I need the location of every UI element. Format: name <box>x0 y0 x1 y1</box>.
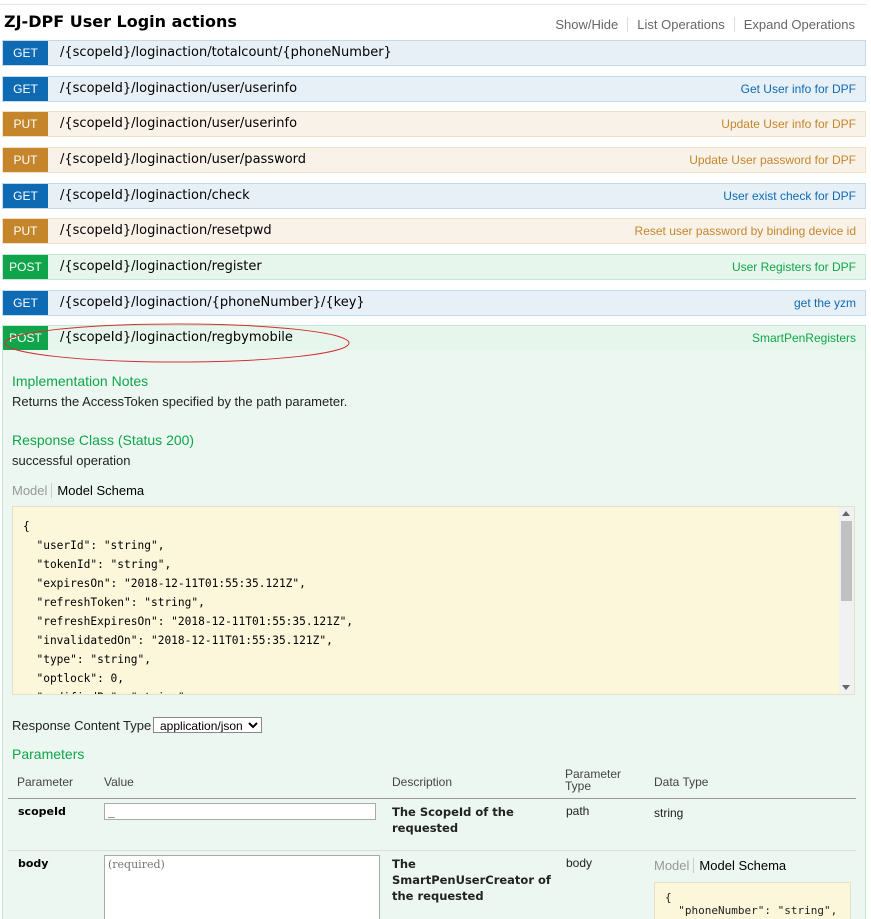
implementation-notes-text: Returns the AccessToken specified by the… <box>12 394 348 409</box>
data-type: string <box>654 806 684 820</box>
col-parameter: Parameter <box>17 775 74 789</box>
operation-row[interactable]: PUT /{scopeId}/loginaction/user/password… <box>2 147 866 173</box>
resource-title[interactable]: ZJ-DPF User Login actions <box>4 12 237 31</box>
operation-path[interactable]: /{scopeId}/loginaction/resetpwd <box>60 219 272 243</box>
parameters-table-header: Parameter Value Description Parameter Ty… <box>8 767 856 799</box>
model-schema-tab[interactable]: Model Schema <box>51 483 145 498</box>
http-method-badge[interactable]: GET <box>3 291 48 315</box>
operation-summary[interactable]: Get User info for DPF <box>741 77 856 101</box>
annotation-ellipse <box>4 323 350 363</box>
response-content-type-label: Response Content Type <box>12 718 152 733</box>
operation-row[interactable]: GET /{scopeId}/loginaction/{phoneNumber}… <box>2 290 866 316</box>
operation-path[interactable]: /{scopeId}/loginaction/user/userinfo <box>60 112 297 136</box>
response-class-heading: Response Class (Status 200) <box>12 432 195 448</box>
operation-row[interactable]: GET /{scopeId}/loginaction/totalcount/{p… <box>2 40 866 66</box>
body-textarea[interactable] <box>104 855 380 919</box>
operation-summary[interactable]: User Registers for DPF <box>732 255 856 279</box>
response-class-text: successful operation <box>12 453 131 468</box>
operation-summary[interactable]: User exist check for DPF <box>723 184 856 208</box>
operation-summary[interactable]: Reset user password by binding device id <box>635 219 856 243</box>
operation-summary[interactable]: Update User password for DPF <box>689 148 856 172</box>
param-description: The ScopeId of the requested <box>392 805 514 835</box>
http-method-badge[interactable]: PUT <box>3 219 48 243</box>
col-value: Value <box>104 775 134 789</box>
model-tab[interactable]: Model <box>12 483 47 498</box>
resource-header: ZJ-DPF User Login actions Show/Hide List… <box>0 0 871 38</box>
expand-operations-link[interactable]: Expand Operations <box>733 17 855 32</box>
param-name-body: body <box>18 857 49 870</box>
response-schema-box[interactable]: { "userId": "string", "tokenId": "string… <box>12 506 855 695</box>
operation-path[interactable]: /{scopeId}/loginaction/totalcount/{phone… <box>60 41 392 65</box>
scroll-up-arrow-icon[interactable] <box>842 511 850 516</box>
row-divider <box>8 850 856 851</box>
param-name-scopeid: scopeId <box>18 805 66 818</box>
col-parameter-type: Parameter Type <box>565 767 622 793</box>
http-method-badge[interactable]: PUT <box>3 148 48 172</box>
body-schema-box[interactable]: { "phoneNumber": "string", <box>654 882 851 919</box>
col-data-type: Data Type <box>654 775 709 789</box>
operation-path[interactable]: /{scopeId}/loginaction/register <box>60 255 262 279</box>
operation-path[interactable]: /{scopeId}/loginaction/user/password <box>60 148 306 172</box>
operation-row[interactable]: PUT /{scopeId}/loginaction/user/userinfo… <box>2 111 866 137</box>
param-type: path <box>566 804 590 818</box>
scroll-down-arrow-icon[interactable] <box>842 685 850 690</box>
body-model-tabs: Model Model Schema <box>654 858 787 873</box>
response-content-type-select[interactable]: application/json <box>153 717 262 733</box>
implementation-notes-heading: Implementation Notes <box>12 373 149 389</box>
param-type: body <box>566 856 593 870</box>
operation-row[interactable]: PUT /{scopeId}/loginaction/resetpwd Rese… <box>2 218 866 244</box>
http-method-badge[interactable]: GET <box>3 184 48 208</box>
operation-summary[interactable]: SmartPenRegisters <box>752 326 856 350</box>
http-method-badge[interactable]: PUT <box>3 112 48 136</box>
operation-path[interactable]: /{scopeId}/loginaction/check <box>60 184 250 208</box>
operation-path[interactable]: /{scopeId}/loginaction/{phoneNumber}/{ke… <box>60 291 365 315</box>
parameters-heading: Parameters <box>12 746 85 762</box>
show-hide-link[interactable]: Show/Hide <box>546 17 627 32</box>
operation-summary[interactable]: get the yzm <box>794 291 856 315</box>
operation-row[interactable]: POST /{scopeId}/loginaction/register Use… <box>2 254 866 280</box>
http-method-badge[interactable]: GET <box>3 41 48 65</box>
model-tab[interactable]: Model <box>654 858 689 873</box>
http-method-badge[interactable]: POST <box>3 255 48 279</box>
model-tabs: Model Model Schema <box>12 483 145 498</box>
operation-row[interactable]: GET /{scopeId}/loginaction/check User ex… <box>2 183 866 209</box>
http-method-badge[interactable]: GET <box>3 77 48 101</box>
operation-details: Implementation Notes Returns the AccessT… <box>2 350 866 919</box>
header-divider <box>0 4 866 5</box>
operation-row[interactable]: GET /{scopeId}/loginaction/user/userinfo… <box>2 76 866 102</box>
col-description: Description <box>392 775 453 789</box>
model-schema-tab[interactable]: Model Schema <box>693 858 787 873</box>
header-links: Show/Hide List Operations Expand Operati… <box>546 17 855 32</box>
annotation-ellipse-shape <box>4 323 350 363</box>
scrollbar-thumb[interactable] <box>841 521 852 601</box>
operation-summary[interactable]: Update User info for DPF <box>721 112 856 136</box>
schema-scrollbar[interactable] <box>839 507 854 694</box>
operation-path[interactable]: /{scopeId}/loginaction/user/userinfo <box>60 77 297 101</box>
scopeid-input[interactable] <box>104 803 376 820</box>
list-operations-link[interactable]: List Operations <box>627 17 733 32</box>
param-description: The SmartPenUserCreator of the requested <box>392 857 551 903</box>
response-schema-code: { "userId": "string", "tokenId": "string… <box>23 520 354 694</box>
